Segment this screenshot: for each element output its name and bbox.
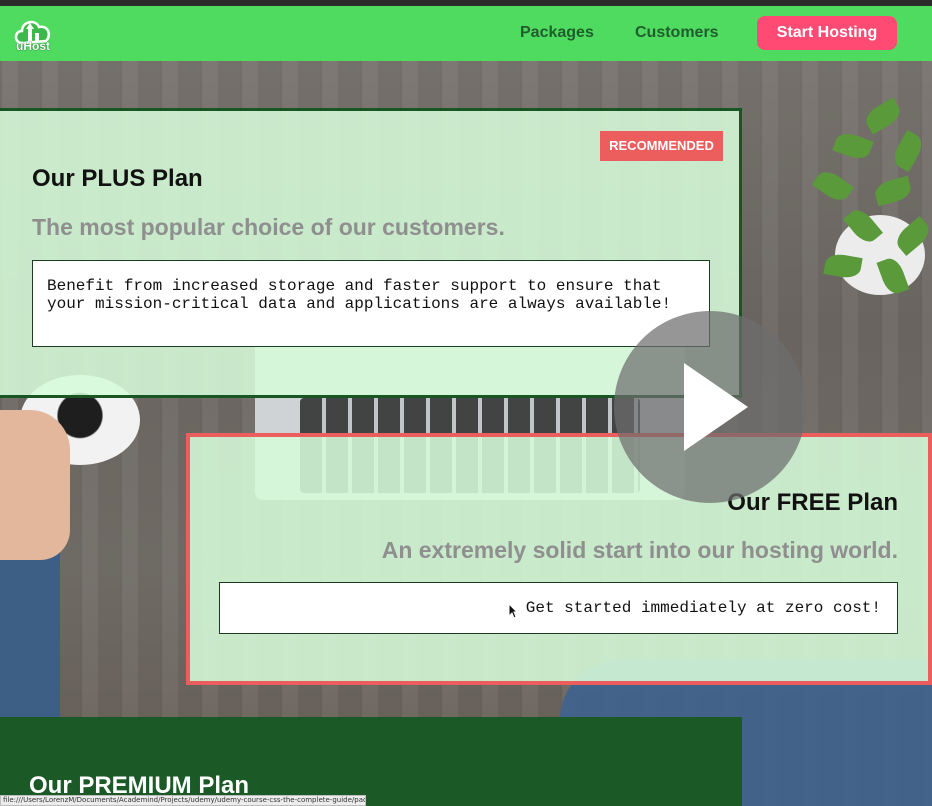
- play-icon: [684, 363, 748, 451]
- plan-title-plus: Our PLUS Plan: [32, 165, 203, 192]
- browser-status-url: file:///Users/LorenzM/Documents/Academin…: [0, 795, 366, 806]
- plan-description-plus: Benefit from increased storage and faste…: [32, 260, 710, 347]
- plan-description-free: Get started immediately at zero cost!: [219, 582, 898, 634]
- mouse-cursor-icon: [508, 602, 519, 624]
- logo-text: uHost: [16, 39, 50, 53]
- background-hand: [0, 410, 70, 560]
- plan-title-free: Our FREE Plan: [727, 489, 898, 516]
- start-hosting-button[interactable]: Start Hosting: [757, 16, 897, 50]
- nav-link-customers[interactable]: Customers: [635, 24, 719, 42]
- plan-card-premium: Our PREMIUM Plan: [0, 717, 742, 806]
- plan-card-free: Our FREE Plan An extremely solid start i…: [186, 433, 932, 685]
- plan-subtitle-plus: The most popular choice of our customers…: [32, 214, 505, 240]
- plan-subtitle-free: An extremely solid start into our hostin…: [381, 537, 898, 563]
- recommended-badge: RECOMMENDED: [600, 131, 723, 161]
- main-header: uHost Packages Customers Start Hosting: [0, 6, 932, 61]
- background-plant: [805, 95, 932, 315]
- video-play-button[interactable]: [614, 311, 806, 503]
- nav-link-packages[interactable]: Packages: [520, 24, 594, 42]
